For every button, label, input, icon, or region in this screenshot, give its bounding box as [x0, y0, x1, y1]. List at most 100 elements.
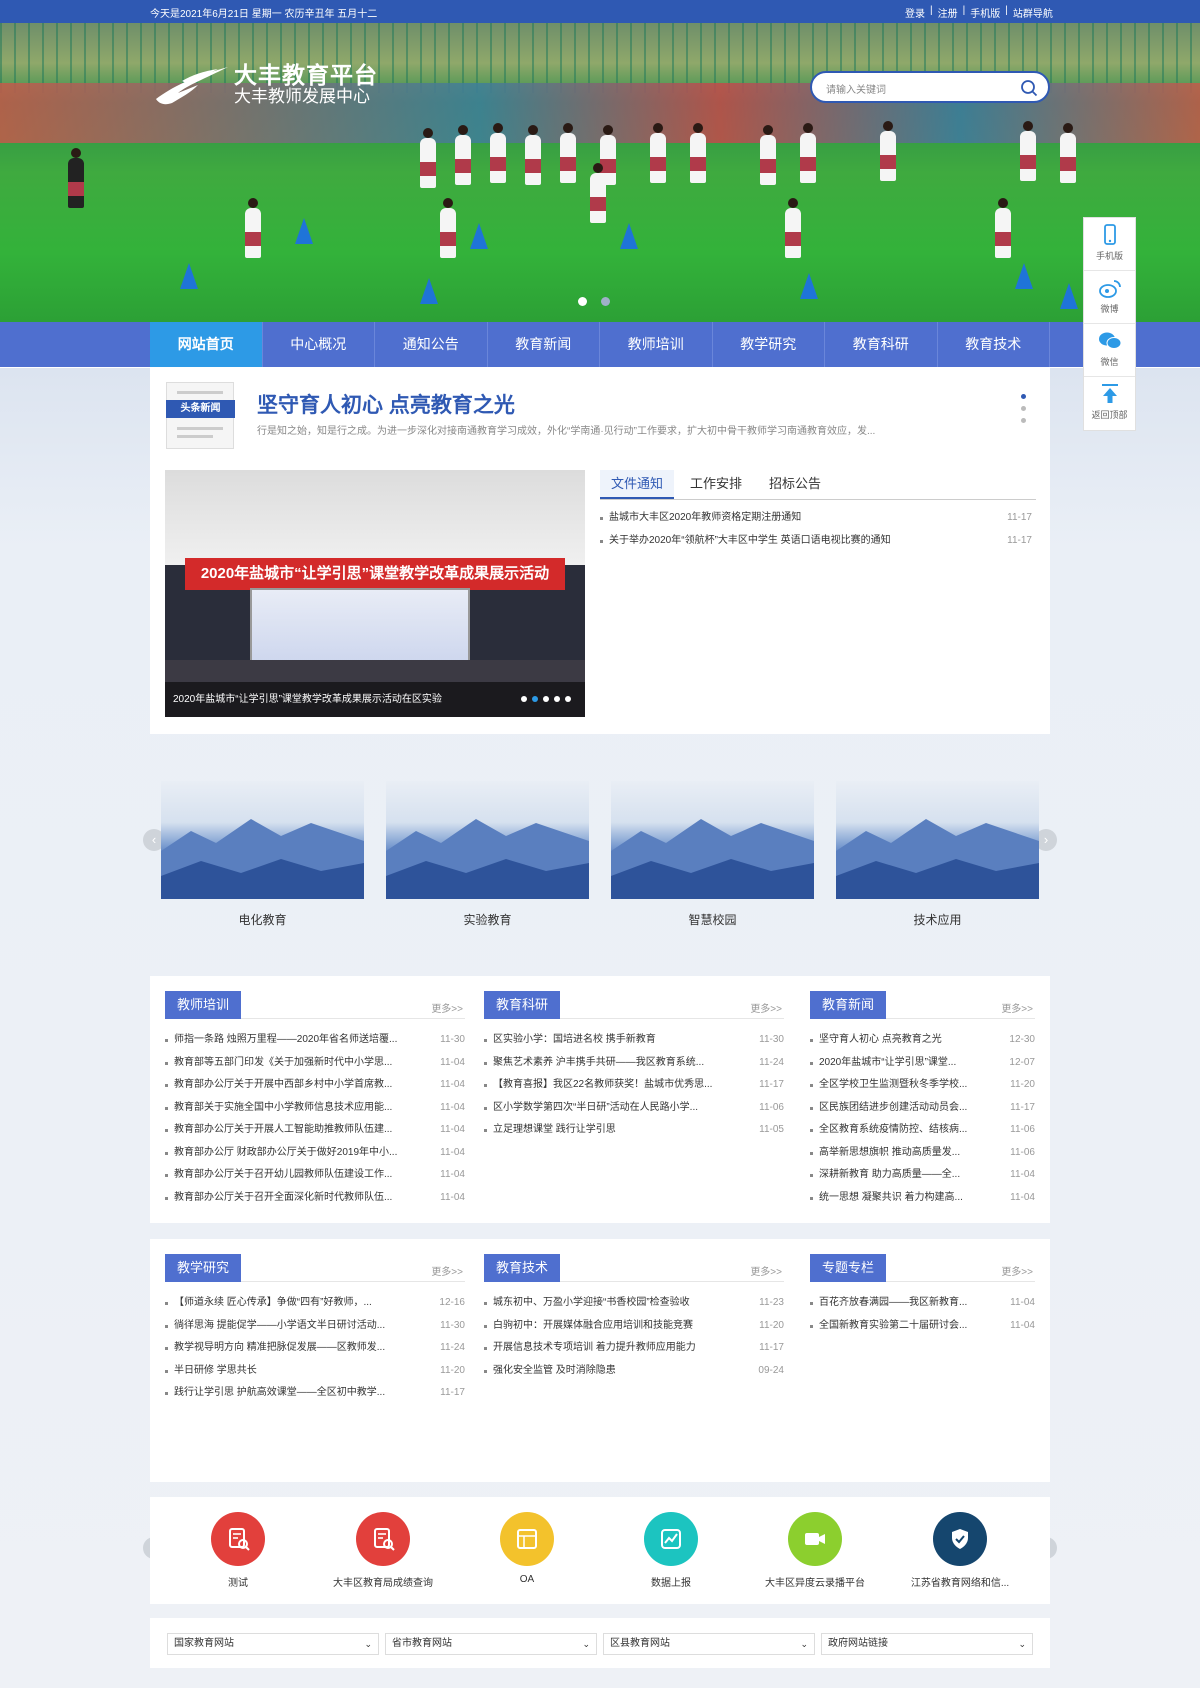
oa-icon	[500, 1512, 554, 1566]
list-item[interactable]: 区民族团结进步创建活动动员会... 11-17	[810, 1097, 1035, 1120]
list-item[interactable]: 教育部办公厅关于召开幼儿园教师队伍建设工作... 11-04	[165, 1164, 465, 1187]
list-item[interactable]: 区实验小学：国培进名校 携手新教育 11-30	[484, 1029, 784, 1052]
list-item[interactable]: 深耕新教育 助力高质量——全... 11-04	[810, 1164, 1035, 1187]
list-item[interactable]: 徜徉思海 提能促学——小学语文半日研讨活动... 11-30	[165, 1315, 465, 1338]
more-link[interactable]: 更多>>	[1001, 1000, 1033, 1015]
document-search-icon	[356, 1512, 410, 1566]
video-camera-icon	[788, 1512, 842, 1566]
list-item[interactable]: 坚守育人初心 点亮教育之光 12-30	[810, 1029, 1035, 1052]
logo-bird-icon	[156, 67, 228, 105]
county-sites-select[interactable]: 区县教育网站 ⌄	[603, 1633, 815, 1655]
provincial-sites-select[interactable]: 省市教育网站 ⌄	[385, 1633, 597, 1655]
side-mobile[interactable]: 手机版	[1084, 218, 1135, 271]
list-item[interactable]: 教学视导明方向 精准把脉促发展——区教师发... 11-24	[165, 1337, 465, 1360]
gallery-item[interactable]: 智慧校园	[611, 781, 814, 928]
list-item[interactable]: 白驹初中：开展媒体融合应用培训和技能竞赛 11-20	[484, 1315, 784, 1338]
site-logo[interactable]: 大丰教育平台 大丰教师发展中心	[152, 63, 378, 107]
gallery-image	[161, 781, 364, 899]
arrow-up-icon	[1101, 384, 1118, 403]
quick-link-oa[interactable]: OA	[452, 1512, 602, 1585]
login-link[interactable]: 登录	[900, 5, 930, 20]
list-item[interactable]: 教育部办公厅关于开展人工智能助推教师队伍建... 11-04	[165, 1119, 465, 1142]
gallery-item[interactable]: 电化教育	[161, 781, 364, 928]
main-nav: 网站首页 中心概况 通知公告 教育新闻 教师培训 教学研究 教育科研 教育技术	[0, 322, 1200, 367]
logo-title: 大丰教育平台	[234, 62, 378, 88]
side-weibo[interactable]: 微博	[1084, 271, 1135, 324]
more-link[interactable]: 更多>>	[431, 1000, 463, 1015]
quick-link-test[interactable]: 测试	[163, 1512, 313, 1589]
quick-link-data-report[interactable]: 数据上报	[596, 1512, 746, 1589]
list-item[interactable]: 聚焦艺术素养 沪丰携手共研——我区教育系统... 11-24	[484, 1052, 784, 1075]
list-item[interactable]: 强化安全监管 及时消除隐患 09-24	[484, 1360, 784, 1383]
list-item[interactable]: 【教育喜报】我区22名教师获奖！盐城市优秀思... 11-17	[484, 1074, 784, 1097]
news-photo-slider[interactable]: 2020年盐城市“让学引思”课堂教学改革成果展示活动 2020年盐城市“让学引思…	[165, 470, 585, 717]
nav-teaching-research[interactable]: 教学研究	[713, 322, 825, 367]
government-sites-select[interactable]: 政府网站链接 ⌄	[821, 1633, 1033, 1655]
quick-link-recording-platform[interactable]: 大丰区异度云录播平台	[740, 1512, 890, 1589]
more-link[interactable]: 更多>>	[1001, 1263, 1033, 1278]
chevron-down-icon: ⌄	[1018, 1639, 1026, 1649]
more-link[interactable]: 更多>>	[750, 1263, 782, 1278]
list-item[interactable]: 百花齐放春满园——我区新教育... 11-04	[810, 1292, 1035, 1315]
nav-training[interactable]: 教师培训	[600, 322, 713, 367]
list-item[interactable]: 师指一条路 烛照万里程——2020年省名师送培覆... 11-30	[165, 1029, 465, 1052]
list-item[interactable]: 教育部关于实施全国中小学教师信息技术应用能... 11-04	[165, 1097, 465, 1120]
gallery: 电化教育 实验教育 智慧校园 技术应用	[150, 780, 1050, 928]
list-item[interactable]: 开展信息技术专项培训 着力提升教师应用能力 11-17	[484, 1337, 784, 1360]
headline-title[interactable]: 坚守育人初心 点亮教育之光	[257, 389, 515, 419]
shield-icon	[933, 1512, 987, 1566]
mobile-link[interactable]: 手机版	[965, 5, 1005, 20]
tab-file-notice[interactable]: 文件通知	[600, 470, 675, 499]
more-link[interactable]: 更多>>	[750, 1000, 782, 1015]
list-item[interactable]: 盐城市大丰区2020年教师资格定期注册通知 11-17	[600, 507, 1032, 530]
list-item[interactable]: 城东初中、万盈小学迎接“书香校园”检查验收 11-23	[484, 1292, 784, 1315]
hero-dot-1[interactable]	[578, 297, 587, 306]
side-back-to-top[interactable]: 返回顶部	[1084, 377, 1135, 430]
list-item[interactable]: 区小学数学第四次“半日研”活动在人民路小学... 11-06	[484, 1097, 784, 1120]
more-link[interactable]: 更多>>	[431, 1263, 463, 1278]
list-item[interactable]: 【师道永续 匠心传承】争做“四有”好教师，... 12-16	[165, 1292, 465, 1315]
list-item[interactable]: 践行让学引思 护航高效课堂——全区初中教学... 11-17	[165, 1382, 465, 1405]
list-item[interactable]: 教育部办公厅关于召开全面深化新时代教师队伍... 11-04	[165, 1187, 465, 1210]
headline-card: 头条新闻 坚守育人初心 点亮教育之光 行是知之始，知是行之成。为进一步深化对接南…	[150, 367, 1050, 734]
gallery-item[interactable]: 实验教育	[386, 781, 589, 928]
notice-list: 盐城市大丰区2020年教师资格定期注册通知 11-17 关于举办2020年“领航杯…	[600, 507, 1032, 552]
tab-work-schedule[interactable]: 工作安排	[679, 470, 753, 499]
register-link[interactable]: 注册	[933, 5, 963, 20]
gallery-item[interactable]: 技术应用	[836, 781, 1039, 928]
nav-about[interactable]: 中心概况	[263, 322, 375, 367]
nav-news[interactable]: 教育新闻	[488, 322, 600, 367]
national-sites-select[interactable]: 国家教育网站 ⌄	[167, 1633, 379, 1655]
quick-link-score-query[interactable]: 大丰区教育局成绩查询	[308, 1512, 458, 1589]
list-item[interactable]: 全区教育系统疫情防控、结核病... 11-06	[810, 1119, 1035, 1142]
list-item[interactable]: 半日研修 学思共长 11-20	[165, 1360, 465, 1383]
list-item[interactable]: 统一思想 凝聚共识 着力构建高... 11-04	[810, 1187, 1035, 1210]
list-item[interactable]: 全区学校卫生监测暨秋冬季学校... 11-20	[810, 1074, 1035, 1097]
chevron-down-icon: ⌄	[800, 1639, 808, 1649]
side-wechat[interactable]: 微信	[1084, 324, 1135, 377]
list-item[interactable]: 2020年盐城市“让学引思”课堂... 12-07	[810, 1052, 1035, 1075]
date-text: 今天是2021年6月21日 星期一 农历辛丑年 五月十二	[150, 9, 378, 20]
search-box[interactable]: 请输入关键词	[810, 71, 1050, 103]
list-item[interactable]: 立足理想课堂 践行让学引思 11-05	[484, 1119, 784, 1142]
search-icon[interactable]	[1020, 79, 1038, 97]
list-item[interactable]: 教育部办公厅关于开展中西部乡村中小学首席教... 11-04	[165, 1074, 465, 1097]
list-item[interactable]: 高举新思想旗帜 推动高质量发... 11-06	[810, 1142, 1035, 1165]
site-group-link[interactable]: 站群导航	[1008, 5, 1058, 20]
document-search-icon	[211, 1512, 265, 1566]
quick-link-network-security[interactable]: 江苏省教育网络和信...	[885, 1512, 1035, 1589]
nav-notices[interactable]: 通知公告	[375, 322, 488, 367]
search-input[interactable]: 请输入关键词	[826, 81, 886, 96]
nav-technology[interactable]: 教育技术	[938, 322, 1050, 367]
list-item[interactable]: 关于举办2020年“领航杯”大丰区中学生 英语口语电视比赛的通知 11-17	[600, 530, 1032, 553]
list-item[interactable]: 全国新教育实验第二十届研讨会... 11-04	[810, 1315, 1035, 1338]
list-item[interactable]: 教育部等五部门印发《关于加强新时代中小学思... 11-04	[165, 1052, 465, 1075]
hero-dot-2[interactable]	[601, 297, 610, 306]
tab-bid-notice[interactable]: 招标公告	[758, 470, 832, 499]
list-item[interactable]: 教育部办公厅 财政部办公厅关于做好2019年中小... 11-04	[165, 1142, 465, 1165]
line-chart-icon	[644, 1512, 698, 1566]
nav-research[interactable]: 教育科研	[825, 322, 938, 367]
nav-home[interactable]: 网站首页	[150, 322, 263, 367]
photo-pagination	[521, 696, 571, 702]
wechat-icon	[1098, 332, 1121, 349]
